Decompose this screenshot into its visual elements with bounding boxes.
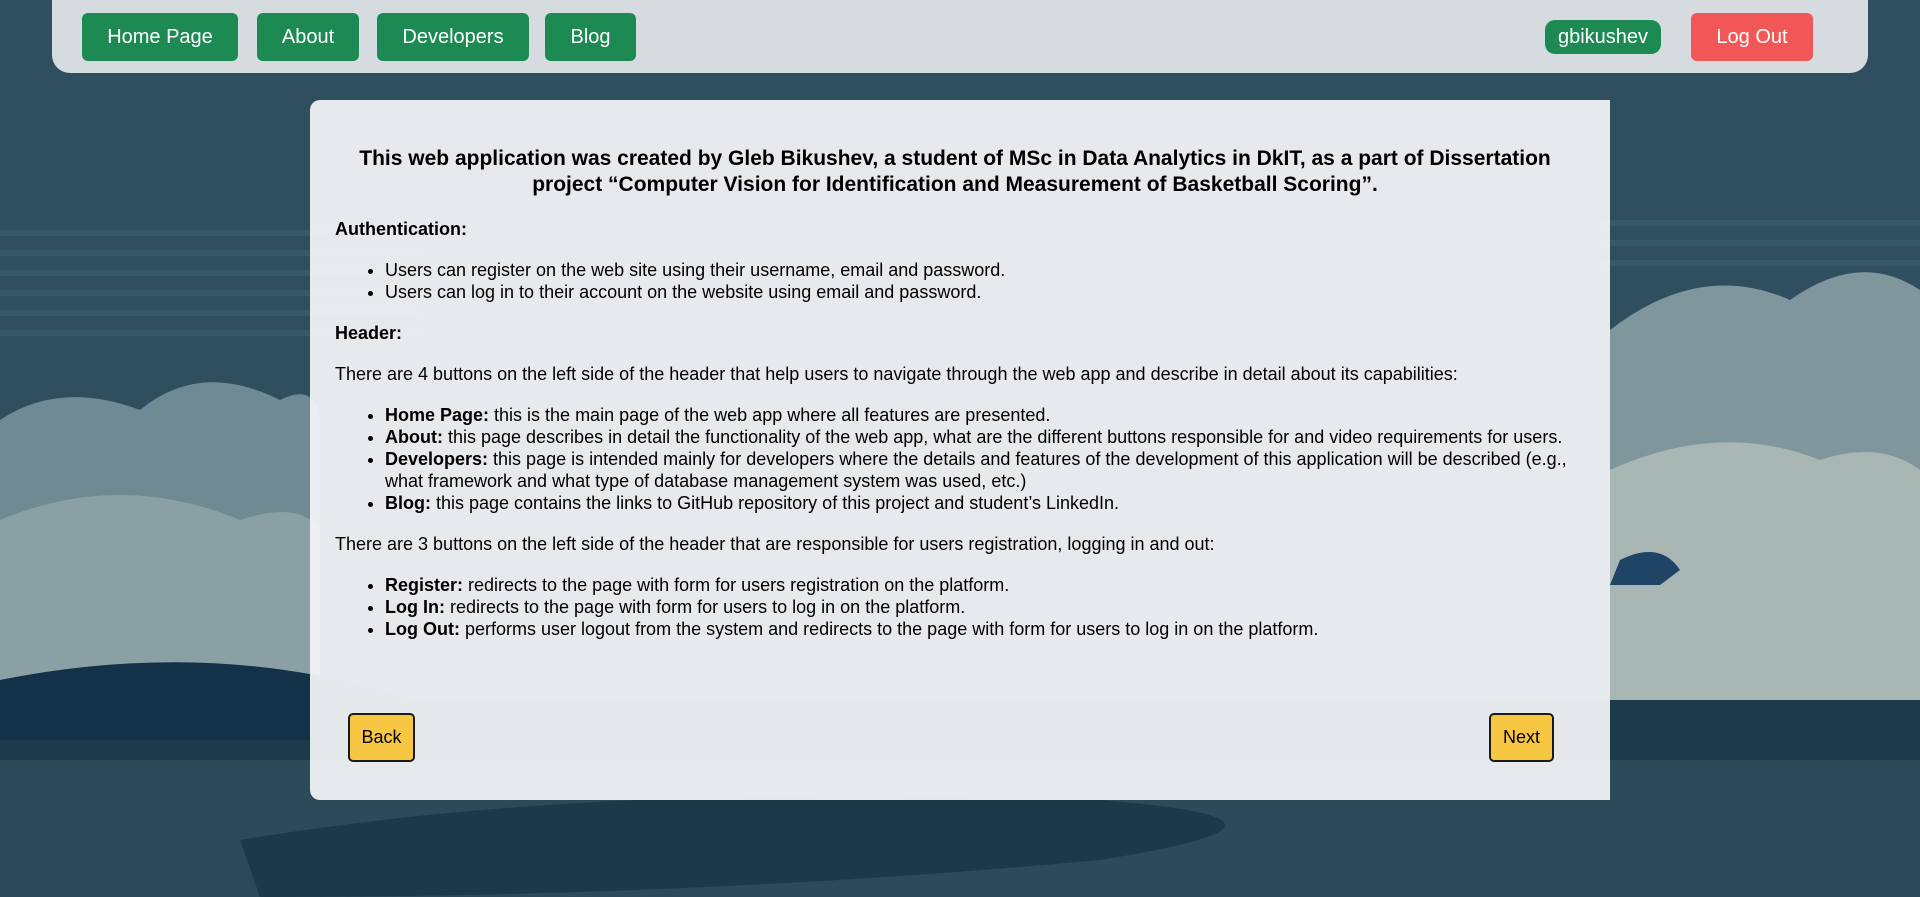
nav-developers-button[interactable]: Developers xyxy=(377,13,529,61)
header-heading: Header: xyxy=(335,323,403,343)
nav-blog-button[interactable]: Blog xyxy=(545,13,636,61)
list-item: About: this page describes in detail the… xyxy=(385,426,1575,448)
list-item-desc: this page describes in detail the functi… xyxy=(442,427,1563,447)
authentication-list: Users can register on the web site using… xyxy=(335,259,1575,303)
list-item: Users can register on the web site using… xyxy=(385,259,1575,281)
back-button[interactable]: Back xyxy=(348,713,415,762)
list-item-term: About: xyxy=(385,427,443,447)
next-button[interactable]: Next xyxy=(1489,713,1554,762)
list-item: Developers: this page is intended mainly… xyxy=(385,448,1575,492)
list-item-term: Register: xyxy=(385,575,464,595)
header-bar: Home Page About Developers Blog gbikushe… xyxy=(52,0,1868,73)
list-item: Home Page: this is the main page of the … xyxy=(385,404,1575,426)
list-item-desc: redirects to the page with form for user… xyxy=(463,575,1010,595)
nav-about-button[interactable]: About xyxy=(257,13,359,61)
about-content-panel: This web application was created by Gleb… xyxy=(310,100,1610,800)
list-item: Log Out: performs user logout from the s… xyxy=(385,618,1575,640)
list-item-desc: this page is intended mainly for develop… xyxy=(385,449,1567,491)
page-title: This web application was created by Gleb… xyxy=(359,147,1551,196)
nav-description-list: Home Page: this is the main page of the … xyxy=(335,404,1575,514)
list-item: Register: redirects to the page with for… xyxy=(385,574,1575,596)
list-item: Log In: redirects to the page with form … xyxy=(385,596,1575,618)
list-item-term: Developers: xyxy=(385,449,489,469)
list-item-term: Home Page: xyxy=(385,405,490,425)
header-intro-text: There are 4 buttons on the left side of … xyxy=(335,364,1458,384)
list-item: Users can log in to their account on the… xyxy=(385,281,1575,303)
list-item-term: Log Out: xyxy=(385,619,460,639)
username-badge: gbikushev xyxy=(1545,20,1661,54)
list-item-desc: this page contains the links to GitHub r… xyxy=(430,493,1120,513)
authentication-heading: Authentication: xyxy=(335,219,467,239)
list-item-term: Log In: xyxy=(385,597,445,617)
account-intro-text: There are 3 buttons on the left side of … xyxy=(335,534,1215,554)
about-content: This web application was created by Gleb… xyxy=(335,100,1575,640)
list-item: Blog: this page contains the links to Gi… xyxy=(385,492,1575,514)
list-item-desc: redirects to the page with form for user… xyxy=(444,597,966,617)
list-item-desc: this is the main page of the web app whe… xyxy=(489,405,1051,425)
logout-button[interactable]: Log Out xyxy=(1691,13,1813,61)
account-description-list: Register: redirects to the page with for… xyxy=(335,574,1575,640)
list-item-desc: performs user logout from the system and… xyxy=(459,619,1319,639)
list-item-term: Blog: xyxy=(385,493,431,513)
nav-home-button[interactable]: Home Page xyxy=(82,13,238,61)
